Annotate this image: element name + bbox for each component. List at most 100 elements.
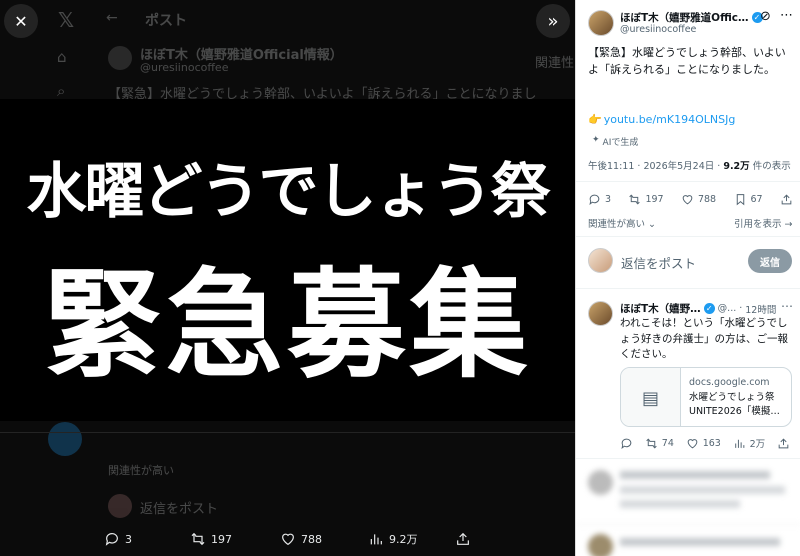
bg-reply-placeholder: 返信をポスト xyxy=(140,502,219,517)
reply-actions: 74 163 2万 xyxy=(620,436,790,450)
views-count: 2万 xyxy=(749,439,766,450)
reply-button[interactable] xyxy=(620,437,633,450)
repost-count: 74 xyxy=(661,437,674,449)
media-image[interactable]: 水曜どうでしょう祭 緊急募集 xyxy=(0,99,575,421)
close-icon: ✕ xyxy=(14,11,28,31)
reply-input[interactable]: 返信をポスト xyxy=(621,253,696,272)
reply-author-handle[interactable]: @... xyxy=(718,303,737,314)
bg-author-handle: @uresiinocoffee xyxy=(140,61,229,74)
compose-button xyxy=(48,422,82,456)
x-logo-icon: 𝕏 xyxy=(58,8,75,32)
tweet-link[interactable]: youtu.be/mK194OLNSJg xyxy=(604,113,736,126)
sparkle-icon: ✦ xyxy=(592,135,600,145)
tweet-date[interactable]: 2026年5月24日 xyxy=(643,161,714,172)
bg-relevance: 関連性が高い xyxy=(108,464,174,477)
author-avatar[interactable] xyxy=(588,10,614,36)
verified-badge-icon: ✓ xyxy=(703,303,715,314)
divider xyxy=(576,181,800,182)
repost-count: 197 xyxy=(211,532,232,546)
repost-button[interactable]: 197 xyxy=(190,531,232,547)
bg-side-header: 関連性 xyxy=(535,56,575,71)
tweet-views-label: 件の表示 xyxy=(752,161,791,172)
divider xyxy=(0,432,575,433)
grok-icon[interactable]: ⊘ xyxy=(760,9,771,24)
repost-count: 197 xyxy=(645,194,664,205)
share-button[interactable] xyxy=(455,531,471,547)
reply-submit-button[interactable]: 返信 xyxy=(748,249,792,273)
like-button[interactable]: 788 xyxy=(681,193,716,206)
bookmark-icon xyxy=(736,194,744,206)
quotes-label: 引用を表示 xyxy=(734,219,782,230)
home-icon: ⌂ xyxy=(57,48,67,66)
double-chevron-right-icon: » xyxy=(547,10,559,32)
tweet-text: 【緊急】水曜どうでしょう幹部、いよいよ「訴えられる」ことになりました。 xyxy=(588,46,786,76)
author-handle[interactable]: @uresiinocoffee xyxy=(620,24,696,35)
bookmark-count: 67 xyxy=(750,194,763,205)
reply-icon xyxy=(621,438,632,449)
back-arrow-icon: ← xyxy=(106,10,118,26)
header-title: ポスト xyxy=(145,13,187,29)
like-button[interactable]: 163 xyxy=(686,437,721,450)
blurred-reply xyxy=(576,462,800,556)
sort-dropdown[interactable]: 関連性が高い ⌄ xyxy=(588,216,656,230)
heart-icon xyxy=(687,438,698,448)
chevron-down-icon: ⌄ xyxy=(648,219,657,230)
like-count: 163 xyxy=(702,437,721,449)
share-icon xyxy=(778,437,789,448)
tweet-actions: 3 197 788 67 xyxy=(588,193,793,206)
views-icon xyxy=(734,439,744,448)
heart-icon xyxy=(682,195,693,205)
collapse-panel-button[interactable]: » xyxy=(536,4,570,38)
avatar xyxy=(108,494,132,518)
view-quotes-link[interactable]: 引用を表示 → xyxy=(734,216,793,230)
like-button[interactable]: 788 xyxy=(280,531,322,547)
ai-generated-label[interactable]: AIで生成 xyxy=(603,135,639,148)
link-card[interactable]: ▤ docs.google.com 水曜どうでしょう祭UNITE2026「模擬… xyxy=(620,367,792,427)
search-icon: ⌕ xyxy=(57,82,66,100)
share-icon xyxy=(781,194,792,205)
share-button[interactable] xyxy=(780,193,793,206)
reply-count: 3 xyxy=(605,194,612,205)
reply-author-name[interactable]: ほぼT木（嬉野… xyxy=(620,301,701,316)
image-text-line2: 緊急募集 xyxy=(43,256,532,394)
document-icon: ▤ xyxy=(621,368,681,426)
tweet-time[interactable]: 午後11:11 xyxy=(588,161,634,172)
repost-icon xyxy=(191,532,205,546)
more-options-icon[interactable]: ⋯ xyxy=(781,299,793,313)
share-icon xyxy=(457,532,469,545)
heart-icon xyxy=(282,533,294,546)
pointing-hand-icon: 👉 xyxy=(588,113,602,126)
media-action-bar: 3 197 788 9.2万 xyxy=(0,522,575,556)
tweet-views-count: 9.2万 xyxy=(723,161,750,172)
views-icon xyxy=(370,534,382,545)
like-count: 788 xyxy=(301,532,322,546)
card-title: 水曜どうでしょう祭UNITE2026「模擬… xyxy=(689,392,780,417)
divider xyxy=(576,236,800,237)
repost-icon xyxy=(646,437,657,449)
bookmark-button[interactable]: 67 xyxy=(734,193,763,206)
reply-button[interactable]: 3 xyxy=(104,531,132,547)
user-avatar xyxy=(588,248,613,273)
sort-label: 関連性が高い xyxy=(588,219,646,230)
views-button[interactable]: 9.2万 xyxy=(368,531,418,547)
card-domain: docs.google.com xyxy=(689,377,770,388)
like-count: 788 xyxy=(697,194,717,205)
reply-author-avatar[interactable] xyxy=(588,301,613,326)
reply-button[interactable]: 3 xyxy=(588,193,611,206)
divider xyxy=(576,458,800,459)
views-button[interactable]: 2万 xyxy=(733,436,766,450)
reply-icon xyxy=(105,533,118,546)
more-options-icon[interactable]: ⋯ xyxy=(780,8,793,23)
repost-button[interactable]: 74 xyxy=(645,437,674,450)
repost-button[interactable]: 197 xyxy=(628,193,664,206)
reply-text: われこそは！という「水曜どうでしょう好きの弁護士」の方は、ご一報ください。 xyxy=(620,317,788,360)
reply-icon xyxy=(589,194,600,205)
close-button[interactable]: ✕ xyxy=(4,4,38,38)
share-button[interactable] xyxy=(777,437,790,450)
author-name[interactable]: ほぼT木（嬉野雅道Offic… xyxy=(620,10,749,25)
reply-time[interactable]: 12時間 xyxy=(745,302,776,316)
media-viewer: 𝕏 ← ポスト ⌂ ⌕ ほぼT木（嬉野雅道Official情報） @uresii… xyxy=(0,0,575,556)
tweet-meta: 午後11:11 · 2026年5月24日 · 9.2万 件の表示 xyxy=(588,161,791,172)
repost-icon xyxy=(629,194,641,205)
views-count: 9.2万 xyxy=(389,533,418,546)
